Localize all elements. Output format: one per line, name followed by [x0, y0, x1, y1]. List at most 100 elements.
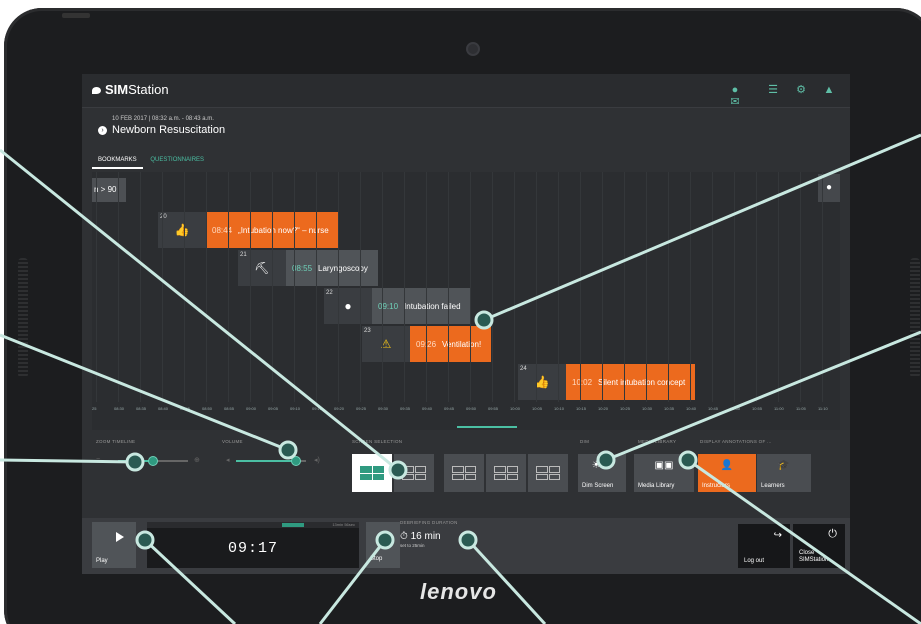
logout-button[interactable]: ↪ Log out [738, 524, 790, 568]
bottom-bar: Play 13min 56sec 09:17 Stop DEBRIEFING D… [82, 518, 850, 574]
tab-questionnaires[interactable]: QUESTIONNAIRES [144, 153, 210, 167]
layout-option-4-button[interactable] [486, 454, 526, 492]
gridline [624, 172, 625, 402]
gridline [206, 172, 207, 402]
gridline [712, 172, 713, 402]
stop-icon [382, 534, 392, 544]
debriefing-duration[interactable]: DEBRIEFING DURATION ⏱ 16 min set to 25mi… [400, 520, 458, 548]
timeline-tick: 08:40 [158, 406, 169, 411]
timeline-tick: 08:55 [224, 406, 235, 411]
media-library-button[interactable]: ▣▣ Media Library [634, 454, 694, 492]
zoom-out-icon[interactable]: − [96, 456, 100, 463]
zoom-in-icon[interactable]: ⊕ [194, 456, 200, 464]
gridline [118, 172, 119, 402]
power-icon: ⏻ [828, 528, 837, 540]
timeline-tick: 11:10 [818, 406, 828, 411]
instructors-button[interactable]: 👤 Instructors [698, 454, 756, 492]
timeline-tick: 10:20 [598, 406, 609, 411]
logout-icon: ↪ [773, 530, 782, 541]
progress-bar [147, 522, 359, 528]
timeline-tick: 10:35 [664, 406, 675, 411]
gridline [382, 172, 383, 402]
zoom-label: ZOOM TIMELINE [96, 439, 136, 444]
tab-bookmarks[interactable]: BOOKMARKS [92, 153, 143, 169]
volume-slider[interactable] [236, 456, 306, 466]
bookmark-20[interactable]: 👍 08:44 „Intubation now?“ – nurse 20 [158, 212, 339, 248]
gridline [250, 172, 251, 402]
media-library-label: MEDIA LIBRARY [638, 439, 677, 444]
remaining-time: 13min 56sec [332, 522, 355, 527]
bookmark-partial[interactable]: n > 90 [92, 178, 126, 202]
gridline [338, 172, 339, 402]
stop-button[interactable]: Stop [366, 522, 400, 568]
session-date: 10 FEB 2017 | 08:32 a.m. - 08:43 a.m. [112, 116, 214, 122]
volume-up-icon[interactable]: ◂) [314, 456, 320, 464]
gridline [272, 172, 273, 402]
settings-icon[interactable]: ⚙ [794, 84, 808, 96]
timeline-tick: 09:20 [334, 406, 345, 411]
speaker-right [910, 258, 920, 378]
timeline-tick: 10:00 [510, 406, 521, 411]
timeline-tick: 09:45 [444, 406, 455, 411]
gridline [690, 172, 691, 402]
timeline-scrollbar[interactable] [457, 426, 517, 428]
gridline [470, 172, 471, 402]
timeline-tick: 11:05 [796, 406, 806, 411]
clock-icon: ⏱ [400, 531, 411, 542]
timeline-tick: 08:35 [136, 406, 147, 411]
timeline-tick: 09:30 [378, 406, 389, 411]
timeline-tick: 08:30 [114, 406, 125, 411]
instructor-icon: 👤 [720, 460, 734, 471]
dim-label: DIM [580, 439, 590, 444]
device-brand: lenovo [420, 579, 497, 604]
timeline-tick: 09:10 [290, 406, 301, 411]
learner-icon: 🎓 [777, 460, 791, 471]
gridline [580, 172, 581, 402]
learners-button[interactable]: 🎓 Learners [757, 454, 811, 492]
layout-1plus2-button[interactable] [394, 454, 434, 492]
timeline-tick: 10:55 [752, 406, 763, 411]
gridline [492, 172, 493, 402]
tab-bar: BOOKMARKS QUESTIONNAIRES [92, 153, 210, 171]
screen-selection-label: SCREEN SELECTION [352, 439, 403, 444]
gridline [778, 172, 779, 402]
gridline [404, 172, 405, 402]
timeline-tick: 10:40 [686, 406, 697, 411]
timeline-tick: 25 [92, 406, 97, 411]
timeline-tick: 10:10 [554, 406, 565, 411]
gridline [514, 172, 515, 402]
power-button [62, 13, 90, 18]
list-icon[interactable]: ☰ [766, 84, 780, 96]
layout-2x2-button[interactable] [352, 454, 392, 492]
user-icon[interactable]: ▲ [822, 84, 836, 96]
dim-screen-button[interactable]: ☀ ☾ Dim Screen [578, 454, 626, 492]
zoom-slider[interactable] [118, 456, 188, 466]
gridline [602, 172, 603, 402]
gridline [734, 172, 735, 402]
gridline [800, 172, 801, 402]
timeline-tick: 11:00 [774, 406, 784, 411]
play-button[interactable]: Play [92, 522, 136, 568]
messages-icon[interactable]: ●✉ [728, 84, 742, 108]
bookmark-21[interactable]: ⛏ 08:55 Laryngoscopy 21 [238, 250, 378, 286]
close-button[interactable]: ⏻ Close SIMStation [793, 524, 845, 568]
drop-icon [92, 87, 101, 94]
gridline [448, 172, 449, 402]
layout-option-3-button[interactable] [444, 454, 484, 492]
gridline [360, 172, 361, 402]
gridline [316, 172, 317, 402]
timeline-tick: 10:05 [532, 406, 543, 411]
gridline [140, 172, 141, 402]
gridline [228, 172, 229, 402]
volume-down-icon[interactable]: ◂ [226, 456, 230, 464]
app-logo: SIMStation [92, 82, 169, 97]
speaker-left [18, 258, 28, 378]
layout-option-5-button[interactable] [528, 454, 568, 492]
current-time: 09:17 [227, 540, 278, 557]
info-icon[interactable]: › [98, 126, 107, 135]
camera [466, 42, 480, 56]
app-header: SIMStation ●✉ ☰ ⚙ ▲ [82, 74, 850, 108]
timeline[interactable]: n > 90 ● 👍 08:44 „Intubation now?“ – nurs… [92, 172, 840, 430]
volume-label: VOLUME [222, 439, 243, 444]
timeline-tick: 10:25 [620, 406, 631, 411]
